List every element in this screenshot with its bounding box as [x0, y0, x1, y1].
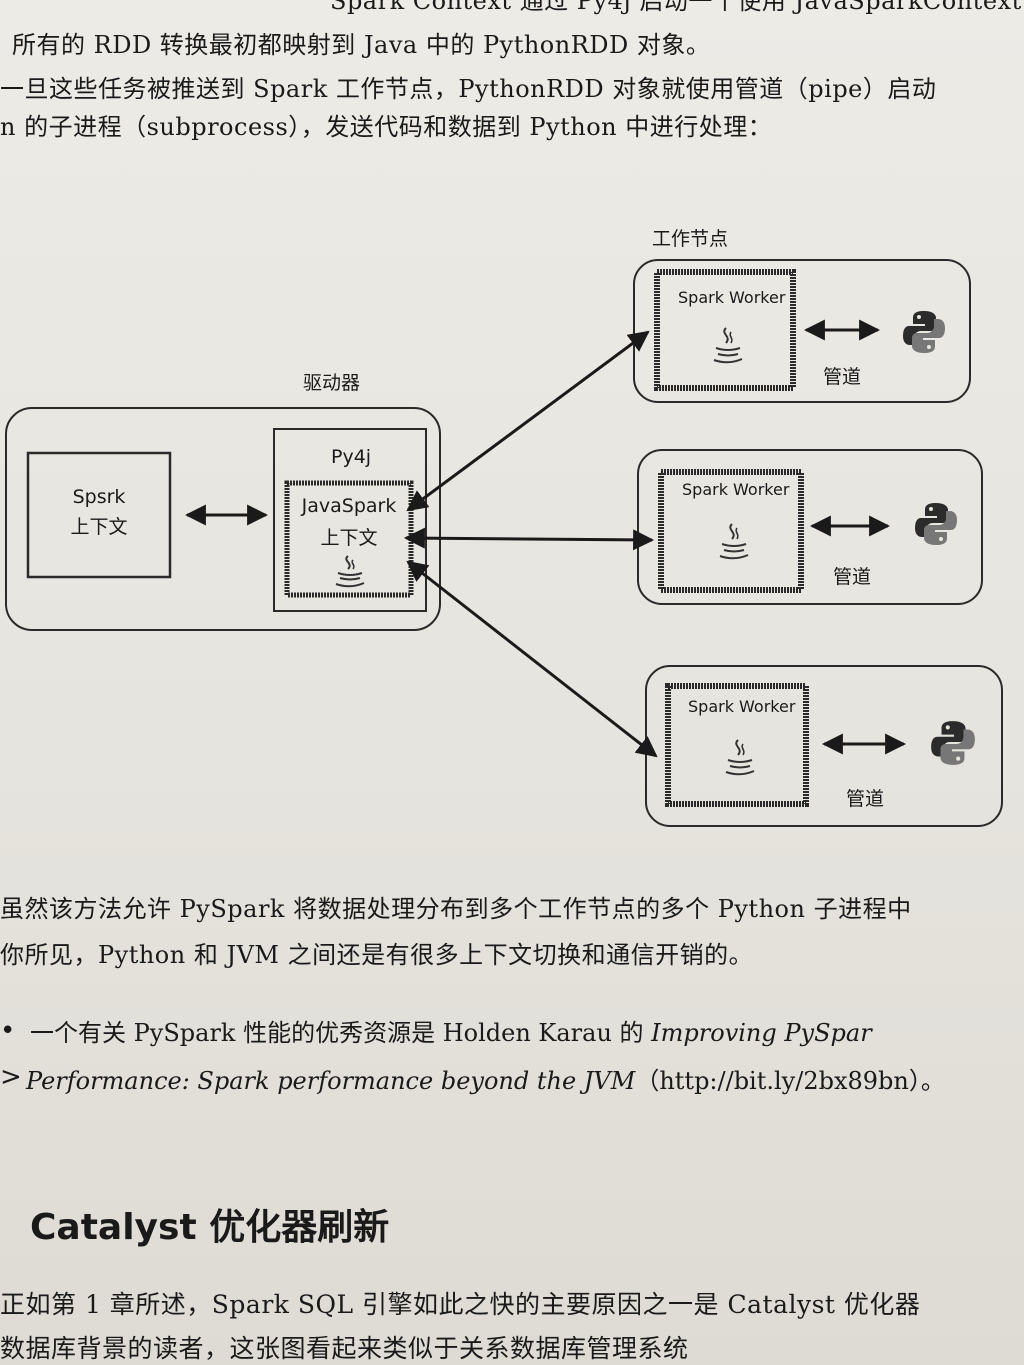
partial-top-line: Spark Context 通过 Py4j 启动一个使用 JavaSparkCo… [330, 0, 1024, 15]
paragraph-line: 数据库背景的读者，这张图看起来类似于关系数据库管理系统 [0, 1334, 689, 1363]
spark-context-label: Spsrk 上下文 [28, 482, 170, 542]
paragraph-line: n 的子进程（subprocess），发送代码和数据到 Python 中进行处理… [0, 113, 773, 141]
spark-context-line1: Spsrk [72, 486, 126, 508]
pipe-label: 管道 [823, 366, 862, 388]
spark-worker-title: Spark Worker [682, 480, 790, 499]
python-logo-icon [931, 721, 975, 765]
paragraph-line: 一旦这些任务被推送到 Spark 工作节点，PythonRDD 对象就使用管道（… [0, 75, 937, 103]
note-link[interactable]: （http://bit.ly/2bx89bn）。 [635, 1067, 945, 1095]
note-title-part2: Performance: Spark performance beyond th… [26, 1067, 636, 1095]
java-coffee-icon [725, 739, 755, 776]
worker-nodes-label: 工作节点 [652, 228, 729, 250]
paragraph-line: 你所见，Python 和 JVM 之间还是有很多上下文切换和通信开销的。 [0, 941, 754, 969]
paragraph-line: 正如第 1 章所述，Spark SQL 引擎如此之快的主要原因之一是 Catal… [0, 1290, 921, 1319]
pipe-label: 管道 [846, 788, 885, 810]
note-title-part1: Improving PySpar [651, 1019, 872, 1047]
java-coffee-icon [713, 327, 743, 364]
pipe-label: 管道 [833, 566, 872, 588]
java-spark-context-line1: JavaSpark [301, 495, 397, 517]
note-prefix: 一个有关 PySpark 性能的优秀资源是 Holden Karau 的 [30, 1019, 652, 1047]
spark-worker-title: Spark Worker [678, 288, 786, 307]
python-logo-icon [915, 503, 957, 545]
note-arrow-icon: > [0, 1062, 22, 1092]
book-page: Spark Context 通过 Py4j 启动一个使用 JavaSparkCo… [0, 0, 1024, 1365]
note-line-1: 一个有关 PySpark 性能的优秀资源是 Holden Karau 的 Imp… [30, 1018, 872, 1048]
java-coffee-icon [335, 555, 365, 588]
note-line-2: Performance: Spark performance beyond th… [26, 1066, 945, 1096]
driver-label: 驱动器 [303, 372, 361, 394]
python-logo-icon [903, 311, 945, 353]
paragraph-line: 虽然该方法允许 PySpark 将数据处理分布到多个工作节点的多个 Python… [0, 895, 912, 923]
note-marker-icon: • [0, 1016, 16, 1046]
pyspark-architecture-diagram: 工作节点 驱动器 Spsrk 上下文 Py4j JavaSpark 上下文 Sp… [0, 210, 1024, 850]
py4j-label: Py4j [331, 446, 372, 468]
paragraph-line: 所有的 RDD 转换最初都映射到 Java 中的 PythonRDD 对象。 [12, 31, 711, 59]
spark-worker-title: Spark Worker [688, 697, 796, 716]
java-spark-context-label: JavaSpark 上下文 [287, 490, 411, 554]
spark-context-line2: 上下文 [70, 516, 128, 538]
java-coffee-icon [719, 523, 749, 560]
java-spark-context-line2: 上下文 [320, 527, 378, 549]
section-heading: Catalyst 优化器刷新 [30, 1207, 390, 1248]
